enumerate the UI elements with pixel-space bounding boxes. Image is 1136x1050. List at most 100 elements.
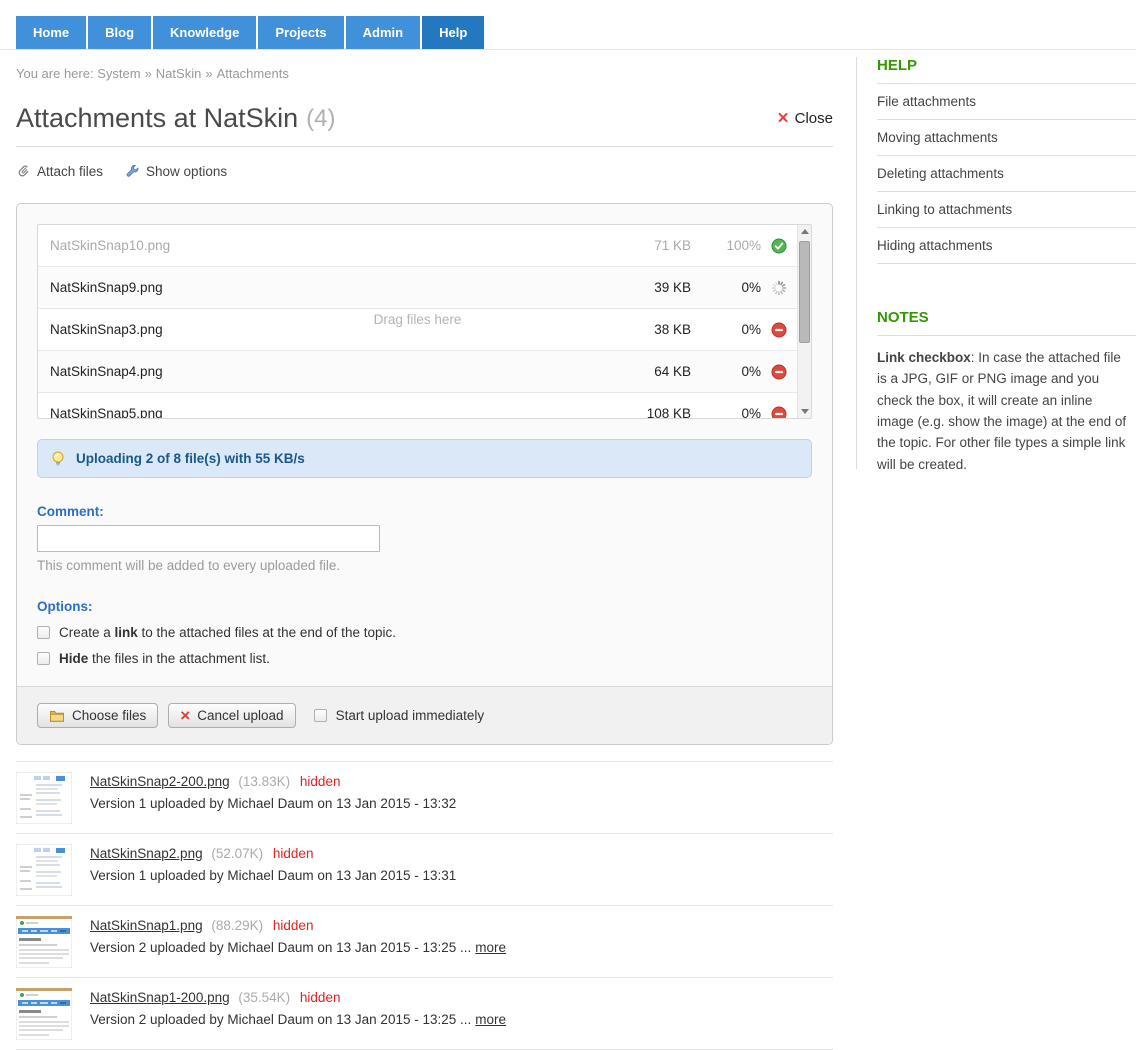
start-immediately-checkbox[interactable]	[314, 709, 327, 722]
attachment-thumbnail[interactable]	[16, 916, 72, 968]
nav-tab-admin[interactable]: Admin	[346, 16, 420, 49]
upload-file-name: NatSkinSnap10.png	[50, 238, 601, 253]
attachment-size: (88.29K)	[211, 918, 263, 933]
nav-tabs: Home Blog Knowledge Projects Admin Help	[16, 16, 1136, 49]
hide-files-checkbox[interactable]	[37, 652, 50, 665]
breadcrumb-system[interactable]: System	[97, 66, 140, 81]
filelist-scrollbar[interactable]	[797, 225, 811, 418]
attachment-hidden-badge: hidden	[273, 918, 314, 933]
show-options-link[interactable]: Show options	[125, 164, 227, 179]
upload-status-message: Uploading 2 of 8 file(s) with 55 KB/s	[37, 439, 812, 478]
upload-file-size: 71 KB	[601, 238, 691, 253]
create-link-checkbox[interactable]	[37, 626, 50, 639]
nav-tab-home[interactable]: Home	[16, 16, 86, 49]
choose-files-button[interactable]: Choose files	[37, 703, 158, 728]
attachment-hidden-badge: hidden	[300, 990, 341, 1005]
upload-file-name: NatSkinSnap9.png	[50, 280, 601, 295]
attach-files-label: Attach files	[37, 164, 103, 179]
sidebar-item-hiding-attachments[interactable]: Hiding attachments	[877, 228, 1136, 264]
upload-status-text: Uploading 2 of 8 file(s) with 55 KB/s	[76, 451, 305, 466]
more-link[interactable]: more	[475, 1012, 506, 1027]
cancel-upload-label: Cancel upload	[197, 708, 283, 723]
upload-spinner-icon	[771, 280, 787, 296]
upload-file-row: NatSkinSnap10.png 71 KB 100%	[38, 225, 811, 267]
upload-panel-footer: Choose files × Cancel upload Start uploa…	[17, 686, 832, 744]
sidebar-divider	[856, 57, 857, 469]
help-heading: HELP	[877, 57, 1136, 84]
nav-tab-projects[interactable]: Projects	[258, 16, 343, 49]
attachment-name-link[interactable]: NatSkinSnap1.png	[90, 918, 203, 933]
breadcrumb-natskin[interactable]: NatSkin	[156, 66, 202, 81]
cancel-upload-button[interactable]: × Cancel upload	[168, 703, 295, 728]
more-link[interactable]: more	[475, 940, 506, 955]
comment-label: Comment:	[37, 504, 812, 519]
attachment-size: (13.83K)	[238, 774, 290, 789]
sidebar-item-file-attachments[interactable]: File attachments	[877, 84, 1136, 120]
upload-file-percent: 0%	[691, 406, 761, 419]
breadcrumb-separator: »	[145, 66, 152, 81]
scroll-down-button[interactable]	[798, 404, 812, 418]
start-immediately-label: Start upload immediately	[336, 708, 485, 723]
breadcrumb: You are here: System»NatSkin»Attachments	[16, 66, 833, 81]
remove-file-icon[interactable]	[771, 364, 787, 380]
remove-file-icon[interactable]	[771, 322, 787, 338]
choose-files-label: Choose files	[72, 708, 146, 723]
wrench-icon	[125, 164, 140, 179]
upload-file-size: 38 KB	[601, 322, 691, 337]
main-content: You are here: System»NatSkin»Attachments…	[16, 50, 833, 1050]
upload-file-row: NatSkinSnap9.png 39 KB 0%	[38, 267, 811, 309]
top-navigation: Home Blog Knowledge Projects Admin Help	[0, 0, 1136, 50]
upload-file-row: NatSkinSnap5.png 108 KB 0%	[38, 393, 811, 419]
toolbar: Attach files Show options	[16, 164, 833, 179]
nav-tab-help[interactable]: Help	[422, 16, 484, 49]
close-icon: ×	[778, 112, 789, 126]
close-button[interactable]: × Close	[778, 110, 833, 127]
upload-file-name: NatSkinSnap4.png	[50, 364, 601, 379]
remove-file-icon[interactable]	[771, 406, 787, 420]
upload-file-row: NatSkinSnap4.png 64 KB 0%	[38, 351, 811, 393]
upload-file-percent: 0%	[691, 322, 761, 337]
comment-input[interactable]	[37, 525, 380, 552]
attachment-version-info: Version 2 uploaded by Michael Daum on 13…	[90, 940, 506, 955]
attachment-name-link[interactable]: NatSkinSnap1-200.png	[90, 990, 230, 1005]
attachment-row: NatSkinSnap2.png (52.07K) hidden Version…	[16, 834, 833, 906]
attachment-row: NatSkinSnap1-200.png (35.54K) hidden Ver…	[16, 978, 833, 1050]
lightbulb-icon	[50, 450, 66, 467]
help-sidebar: HELP File attachments Moving attachments…	[877, 57, 1136, 475]
attachment-list: NatSkinSnap2-200.png (13.83K) hidden Ver…	[16, 761, 833, 1050]
upload-file-size: 39 KB	[601, 280, 691, 295]
hide-files-label: Hide the files in the attachment list.	[59, 651, 270, 666]
breadcrumb-attachments[interactable]: Attachments	[217, 66, 289, 81]
attachment-hidden-badge: hidden	[300, 774, 341, 789]
paperclip-icon	[16, 164, 31, 179]
attachment-name-link[interactable]: NatSkinSnap2.png	[90, 846, 203, 861]
folder-icon	[49, 708, 65, 723]
attachment-row: NatSkinSnap1.png (88.29K) hidden Version…	[16, 906, 833, 978]
nav-tab-knowledge[interactable]: Knowledge	[153, 16, 256, 49]
attachment-thumbnail[interactable]	[16, 772, 72, 824]
sidebar-item-linking-to-attachments[interactable]: Linking to attachments	[877, 192, 1136, 228]
sidebar-item-moving-attachments[interactable]: Moving attachments	[877, 120, 1136, 156]
options-label: Options:	[37, 599, 812, 614]
attachment-name-link[interactable]: NatSkinSnap2-200.png	[90, 774, 230, 789]
upload-dropzone[interactable]: NatSkinSnap10.png 71 KB 100% NatSkinSnap…	[37, 224, 812, 419]
upload-file-percent: 100%	[691, 238, 761, 253]
notes-heading: NOTES	[877, 309, 1136, 336]
cancel-icon: ×	[180, 709, 190, 723]
scrollbar-thumb[interactable]	[799, 241, 810, 343]
attach-files-link[interactable]: Attach files	[16, 164, 103, 179]
attachment-version-info: Version 1 uploaded by Michael Daum on 13…	[90, 868, 456, 883]
title-divider	[16, 146, 833, 147]
upload-file-name: NatSkinSnap3.png	[50, 322, 601, 337]
attachment-thumbnail[interactable]	[16, 988, 72, 1040]
nav-tab-blog[interactable]: Blog	[88, 16, 151, 49]
notes-text: Link checkbox: In case the attached file…	[877, 347, 1136, 475]
scroll-up-button[interactable]	[798, 225, 812, 239]
upload-file-size: 64 KB	[601, 364, 691, 379]
breadcrumb-prefix: You are here:	[16, 66, 94, 81]
upload-panel: NatSkinSnap10.png 71 KB 100% NatSkinSnap…	[16, 203, 833, 745]
attachment-version-info: Version 2 uploaded by Michael Daum on 13…	[90, 1012, 506, 1027]
show-options-label: Show options	[146, 164, 227, 179]
sidebar-item-deleting-attachments[interactable]: Deleting attachments	[877, 156, 1136, 192]
attachment-thumbnail[interactable]	[16, 844, 72, 896]
